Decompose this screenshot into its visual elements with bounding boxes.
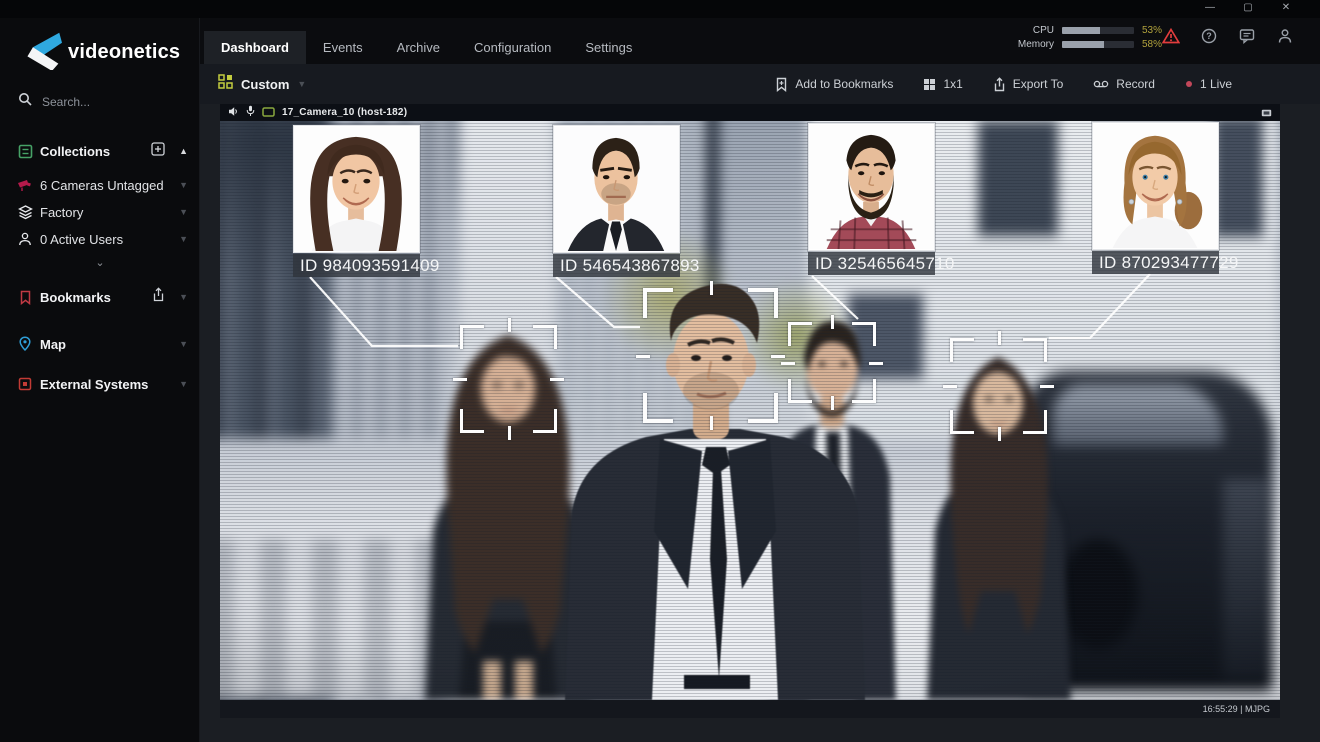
memory-meter (1062, 41, 1134, 48)
active-users-label: 0 Active Users (40, 232, 123, 247)
chat-icon[interactable] (1238, 27, 1256, 45)
help-icon[interactable]: ? (1200, 27, 1218, 45)
cast-stream-icon[interactable] (1261, 104, 1272, 122)
bookmarks-label: Bookmarks (40, 290, 111, 305)
chevron-down-icon[interactable]: ▼ (179, 180, 188, 190)
cpu-meter (1062, 27, 1134, 34)
tab-settings[interactable]: Settings (568, 31, 649, 64)
svg-text:?: ? (1206, 31, 1212, 41)
search-placeholder: Search... (42, 95, 90, 109)
search-input[interactable]: Search... (18, 92, 182, 111)
sidebar-item-collections[interactable]: Collections ▲ (0, 138, 200, 164)
brand-name: videonetics (68, 41, 180, 64)
export-to-button[interactable]: Export To (993, 77, 1063, 92)
camera-title: 17_Camera_10 (host-182) (282, 107, 407, 118)
video-status-bar: 16:55:29 | MJPG (220, 700, 1280, 718)
sidebar-item-external-systems[interactable]: External Systems ▼ (0, 371, 200, 397)
record-button[interactable]: Record (1093, 77, 1155, 91)
layout-view-switcher[interactable]: Custom ▼ (218, 64, 306, 104)
app-logo: videonetics (22, 30, 180, 75)
chevron-down-icon[interactable]: ▼ (179, 234, 188, 244)
cctv-camera-icon (10, 179, 40, 192)
sidebar-item-map[interactable]: Map ▼ (0, 331, 200, 357)
memory-label: Memory (1008, 39, 1054, 50)
window-titlebar: — ▢ ✕ (0, 0, 1320, 18)
external-systems-label: External Systems (40, 377, 148, 392)
collapse-chevron-icon[interactable]: ▲ (179, 146, 188, 156)
face-detection-box (950, 338, 1047, 434)
collections-icon (10, 144, 40, 159)
minimize-icon[interactable]: — (1202, 1, 1218, 15)
cpu-value: 53% (1142, 25, 1162, 36)
search-icon (18, 92, 32, 111)
memory-value: 58% (1142, 39, 1162, 50)
collections-label: Collections (40, 144, 110, 159)
face-id-label: ID 325465645710 (808, 252, 935, 275)
face-thumbnail-photo (293, 125, 420, 253)
view-toolbar: Custom ▼ Add to Bookmarks 1x1 Export To … (200, 64, 1320, 104)
identity-card[interactable]: ID 984093591409 (293, 125, 420, 277)
tab-dashboard[interactable]: Dashboard (204, 31, 306, 64)
bookmark-icon (10, 290, 40, 305)
sidebar: videonetics Search... Collections ▲ 6 Ca… (0, 0, 200, 742)
layout-1x1-button[interactable]: 1x1 (923, 77, 962, 91)
videonetics-logo-icon (22, 30, 62, 75)
face-id-label: ID 546543867893 (553, 254, 680, 277)
custom-layout-icon (218, 74, 233, 94)
face-thumbnail-photo (553, 125, 680, 253)
sidebar-item-bookmarks[interactable]: Bookmarks ▼ (0, 284, 200, 310)
chevron-down-icon[interactable]: ▼ (179, 207, 188, 217)
map-pin-icon (10, 336, 40, 352)
video-tile[interactable]: 17_Camera_10 (host-182) (220, 104, 1280, 718)
add-to-bookmarks-button[interactable]: Add to Bookmarks (775, 77, 893, 92)
speaker-icon[interactable] (228, 104, 239, 122)
sidebar-expand-chevron-icon[interactable]: ⌄ (0, 256, 200, 269)
external-system-icon (10, 377, 40, 391)
timestamp-codec: 16:55:29 | MJPG (1203, 704, 1270, 714)
view-name: Custom (241, 77, 289, 92)
close-icon[interactable]: ✕ (1278, 1, 1294, 15)
live-dot-icon (1185, 80, 1193, 88)
cameras-untagged-label: 6 Cameras Untagged (40, 178, 164, 193)
face-id-label: ID 870293477729 (1092, 251, 1219, 274)
face-thumbnail-photo (808, 123, 935, 251)
face-thumbnail-photo (1092, 122, 1219, 250)
face-detection-box (460, 325, 557, 433)
chevron-down-icon[interactable]: ▼ (179, 339, 188, 349)
video-stage: 17_Camera_10 (host-182) (200, 104, 1320, 742)
system-status: CPU 53% Memory 58% (1008, 23, 1162, 51)
identity-card[interactable]: ID 546543867893 (553, 125, 680, 277)
share-icon[interactable] (152, 287, 165, 307)
user-profile-icon[interactable] (1276, 27, 1294, 45)
sidebar-item-cameras-untagged[interactable]: 6 Cameras Untagged ▼ (0, 172, 200, 198)
user-icon (10, 232, 40, 246)
chevron-down-icon[interactable]: ▼ (179, 379, 188, 389)
face-detection-box (643, 288, 778, 423)
cpu-label: CPU (1008, 25, 1054, 36)
sidebar-item-factory[interactable]: Factory ▼ (0, 199, 200, 225)
face-id-label: ID 984093591409 (293, 254, 420, 277)
identity-card[interactable]: ID 325465645710 (808, 123, 935, 275)
sidebar-item-active-users[interactable]: 0 Active Users ▼ (0, 226, 200, 252)
microphone-icon[interactable] (246, 104, 255, 122)
identity-card[interactable]: ID 870293477729 (1092, 122, 1219, 274)
face-detection-box (788, 322, 876, 403)
factory-label: Factory (40, 205, 83, 220)
chevron-down-icon: ▼ (297, 79, 306, 89)
main-tabs: Dashboard Events Archive Configuration S… (204, 31, 649, 64)
tab-configuration[interactable]: Configuration (457, 31, 568, 64)
add-collection-icon[interactable] (151, 142, 165, 161)
alert-warning-icon[interactable] (1162, 27, 1180, 45)
live-video-feed[interactable]: ID 984093591409 (220, 121, 1280, 700)
camera-title-bar: 17_Camera_10 (host-182) (220, 104, 1280, 121)
tab-events[interactable]: Events (306, 31, 380, 64)
stream-monitor-icon (262, 104, 275, 122)
map-label: Map (40, 337, 66, 352)
live-indicator[interactable]: 1 Live (1185, 77, 1232, 91)
layers-icon (10, 205, 40, 220)
tab-archive[interactable]: Archive (380, 31, 457, 64)
maximize-icon[interactable]: ▢ (1240, 1, 1256, 15)
chevron-down-icon[interactable]: ▼ (179, 292, 188, 302)
